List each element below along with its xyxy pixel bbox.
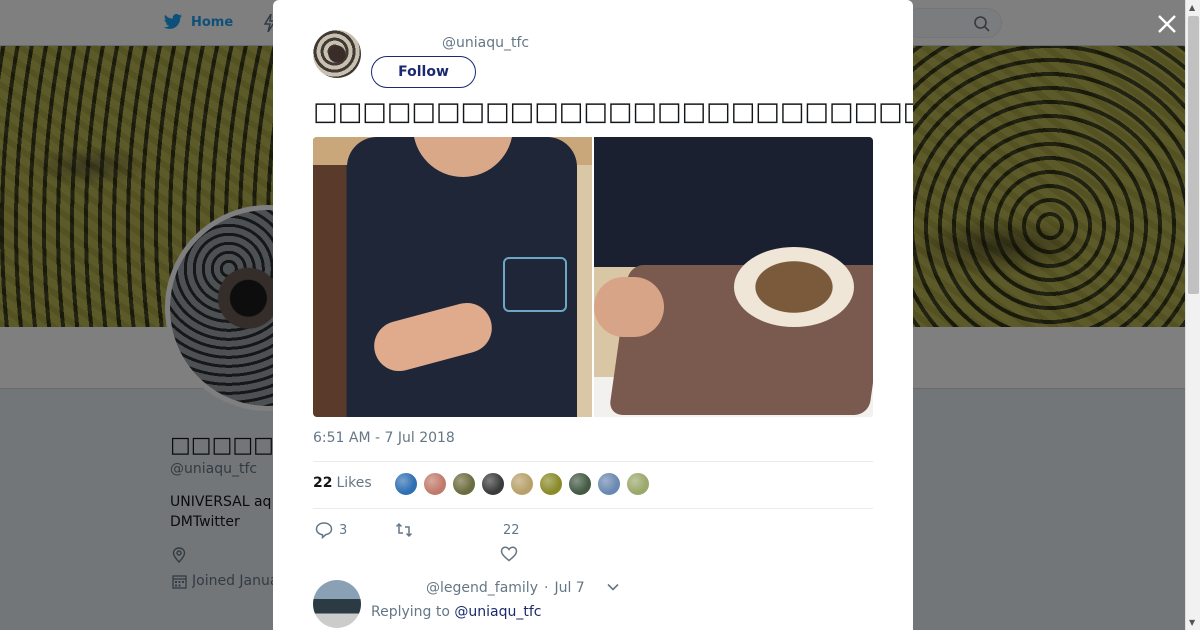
author-handle[interactable]: @uniaqu_tfc [442, 35, 529, 51]
tweet-photos [313, 137, 873, 417]
likes-label: Likes [336, 475, 372, 491]
liker-avatar[interactable] [452, 472, 476, 496]
liker-avatar[interactable] [510, 472, 534, 496]
divider [313, 508, 873, 509]
chevron-down-icon[interactable] [606, 580, 620, 594]
liker-avatar[interactable] [626, 472, 650, 496]
tweet-text-body: □□□□□□□□□□□□□□□□□□□□□□□□□□□ [313, 97, 913, 127]
follow-button[interactable]: Follow [371, 56, 476, 88]
like-count: 22 [503, 523, 520, 538]
tweet-text: □□□□□□□□□□□□□□□□□□□□□□□□□□□ [313, 92, 913, 130]
heart-icon[interactable] [500, 545, 518, 563]
liker-avatar[interactable] [539, 472, 563, 496]
liker-avatar[interactable] [597, 472, 621, 496]
photo-shirt-logo [503, 257, 567, 312]
tweet-photo[interactable] [594, 137, 873, 417]
retweet-icon [395, 522, 413, 538]
reply-meta: @legend_family · Jul 7 [426, 580, 585, 596]
reply-count: 3 [339, 522, 348, 538]
reply-author-handle[interactable]: @legend_family [426, 580, 538, 596]
scroll-up-arrow-icon[interactable]: ▲ [1189, 3, 1195, 12]
liker-avatars [394, 472, 650, 496]
reply-button[interactable]: 3 [315, 521, 347, 539]
photo-shirt [594, 137, 873, 267]
close-icon[interactable] [1155, 12, 1179, 36]
divider [313, 461, 873, 462]
replying-to-link[interactable]: @uniaqu_tfc [454, 604, 541, 620]
replying-prefix: Replying to [371, 604, 450, 620]
tweet-photo[interactable] [313, 137, 592, 417]
reply-author-avatar[interactable] [313, 580, 361, 628]
likes-count: 22 [313, 475, 333, 491]
reply-separator: · [543, 580, 549, 596]
liker-avatar[interactable] [394, 472, 418, 496]
replying-to: Replying to @uniaqu_tfc [371, 604, 541, 620]
liker-avatar[interactable] [481, 472, 505, 496]
scrollbar-thumb[interactable] [1188, 16, 1199, 294]
photo-hand [594, 277, 664, 337]
author-avatar[interactable] [313, 30, 361, 78]
scroll-down-arrow-icon[interactable]: ▼ [1189, 618, 1195, 627]
reply-date[interactable]: Jul 7 [554, 580, 584, 596]
likes-summary[interactable]: 22 Likes [313, 475, 372, 491]
liker-avatar[interactable] [423, 472, 447, 496]
scrollbar[interactable]: ▲ ▼ [1185, 0, 1200, 630]
tweet-modal: @uniaqu_tfc Follow □□□□□□□□□□□□□□□□□□□□□… [273, 0, 913, 630]
retweet-button[interactable] [395, 521, 419, 539]
reply-icon [315, 522, 333, 539]
photo-bowl [734, 247, 854, 327]
liker-avatar[interactable] [568, 472, 592, 496]
tweet-timestamp[interactable]: 6:51 AM - 7 Jul 2018 [313, 430, 455, 446]
